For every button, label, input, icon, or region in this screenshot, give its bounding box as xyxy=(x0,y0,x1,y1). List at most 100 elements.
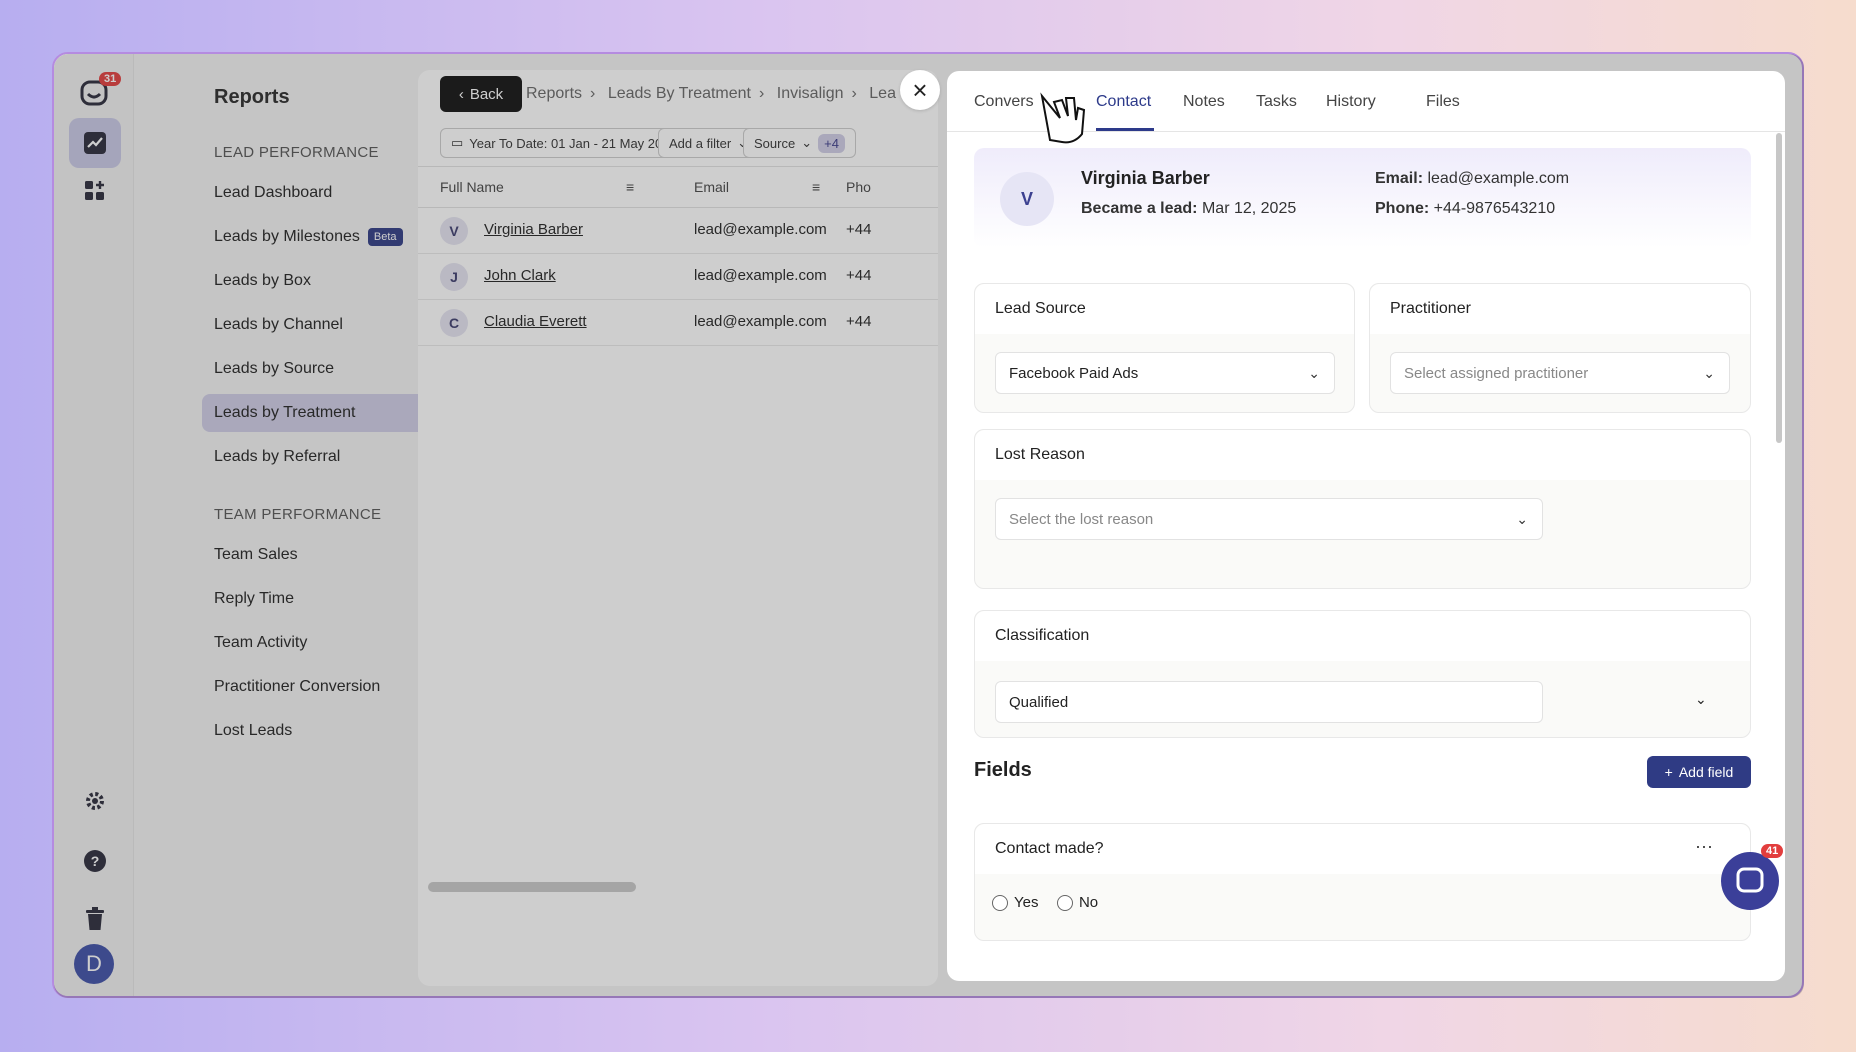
classification-title: Classification xyxy=(995,627,1090,644)
breadcrumb-reports[interactable]: Reports xyxy=(526,85,582,102)
lead-email: lead@example.com xyxy=(694,313,827,330)
icon-rail: 31 ? D xyxy=(54,54,134,996)
grid-plus-icon xyxy=(85,181,104,200)
practitioner-select[interactable]: Select assigned practitioner ⌄ xyxy=(1390,352,1730,394)
sidebar-item-leads-by-treatment[interactable]: Leads by Treatment xyxy=(202,394,452,432)
help-button[interactable]: ? xyxy=(69,836,121,886)
radio-no[interactable]: No xyxy=(1056,894,1098,911)
lead-email: Email: lead@example.com xyxy=(1375,170,1570,187)
reports-nav-button[interactable] xyxy=(69,118,121,168)
breadcrumb-invisalign[interactable]: Invisalign xyxy=(777,85,844,102)
plus-icon: + xyxy=(1664,764,1673,780)
sidebar-item-practitioner-conversion[interactable]: Practitioner Conversion xyxy=(202,668,452,706)
sidebar-item-leads-by-referral[interactable]: Leads by Referral xyxy=(202,438,452,476)
chat-widget-button[interactable]: 41 xyxy=(1721,844,1784,910)
back-button[interactable]: ‹ Back xyxy=(440,76,522,112)
sidebar-item-team-activity[interactable]: Team Activity xyxy=(202,624,452,662)
avatar: V xyxy=(440,217,468,245)
lead-name-link[interactable]: Claudia Everett xyxy=(484,313,587,330)
sidebar-item-leads-by-box[interactable]: Leads by Box xyxy=(202,262,452,300)
contact-made-options: Yes No xyxy=(992,894,1112,916)
lead-name-link[interactable]: Virginia Barber xyxy=(484,221,583,238)
app-logo[interactable]: 31 xyxy=(69,68,122,118)
sidebar-title: Reports xyxy=(214,86,290,108)
add-field-button[interactable]: + Add field xyxy=(1647,756,1751,788)
chevron-down-icon: ⌄ xyxy=(1516,511,1528,527)
lead-source-select[interactable]: Facebook Paid Ads ⌄ xyxy=(995,352,1335,394)
fields-heading: Fields xyxy=(974,759,1032,781)
lead-summary-card: V Virginia Barber Became a lead: Mar 12,… xyxy=(974,148,1751,248)
table-row[interactable]: J John Clark lead@example.com +44 xyxy=(418,254,938,300)
close-panel-button[interactable]: × xyxy=(900,70,940,110)
sidebar-item-leads-by-milestones[interactable]: Leads by Milestones Beta xyxy=(202,218,452,256)
breadcrumb: Reports › Leads By Treatment › Invisalign ›… xyxy=(526,85,896,102)
lead-avatar: V xyxy=(1000,172,1054,226)
beta-badge: Beta xyxy=(367,228,403,246)
close-icon: × xyxy=(912,74,928,105)
source-filter-chip[interactable]: Source ⌄ +4 xyxy=(743,128,856,158)
tab-conversations[interactable]: Convers xyxy=(974,93,1034,111)
svg-text:?: ? xyxy=(91,853,100,869)
sidebar-item-leads-by-source[interactable]: Leads by Source xyxy=(202,350,452,388)
lost-reason-title: Lost Reason xyxy=(995,446,1085,463)
tab-notes[interactable]: Notes xyxy=(1183,93,1225,111)
trash-button[interactable] xyxy=(69,894,121,944)
filter-icon[interactable]: ≡ xyxy=(626,179,634,195)
filter-icon[interactable]: ≡ xyxy=(812,179,820,195)
lost-reason-card: Lost Reason Select the lost reason ⌄ xyxy=(974,429,1751,589)
contact-made-card: Contact made? ··· Yes No xyxy=(974,823,1751,941)
sidebar-item-reply-time[interactable]: Reply Time xyxy=(202,580,452,618)
sidebar-item-leads-by-channel[interactable]: Leads by Channel xyxy=(202,306,452,344)
chevron-down-icon: ⌄ xyxy=(801,135,813,150)
panel-scrollbar[interactable] xyxy=(1776,133,1782,443)
column-phone: Pho xyxy=(846,179,871,195)
reports-sidebar: Reports LEAD PERFORMANCE Lead Dashboard … xyxy=(134,54,452,996)
apps-nav-button[interactable] xyxy=(69,166,121,216)
tab-history[interactable]: History xyxy=(1326,93,1376,111)
more-options-icon[interactable]: ··· xyxy=(1695,836,1713,857)
lead-phone: +44 xyxy=(846,221,872,238)
lost-reason-select[interactable]: Select the lost reason ⌄ xyxy=(995,498,1543,540)
help-icon: ? xyxy=(84,850,106,872)
sidebar-item-lead-dashboard[interactable]: Lead Dashboard xyxy=(202,174,452,212)
tab-files[interactable]: Files xyxy=(1426,93,1460,111)
tab-tasks[interactable]: Tasks xyxy=(1256,93,1297,111)
lead-phone: Phone: +44-9876543210 xyxy=(1375,200,1556,217)
lead-name-link[interactable]: John Clark xyxy=(484,267,556,284)
settings-button[interactable] xyxy=(69,776,121,826)
classification-select[interactable]: Qualified xyxy=(995,681,1543,723)
lead-email: lead@example.com xyxy=(694,267,827,284)
team-performance-heading: TEAM PERFORMANCE xyxy=(214,506,382,523)
horizontal-scrollbar[interactable] xyxy=(428,882,636,892)
chevron-down-icon[interactable]: ⌄ xyxy=(1695,691,1707,708)
radio-yes[interactable]: Yes xyxy=(992,894,1038,911)
sidebar-item-lost-leads[interactable]: Lost Leads xyxy=(202,712,452,750)
sidebar-item-team-sales[interactable]: Team Sales xyxy=(202,536,452,574)
lead-detail-panel: Convers Contact Notes Tasks History File… xyxy=(947,71,1785,981)
column-email: Email xyxy=(694,179,730,195)
gear-icon xyxy=(86,792,104,810)
lead-email: lead@example.com xyxy=(694,221,827,238)
tab-contact[interactable]: Contact xyxy=(1096,93,1151,111)
breadcrumb-leads-by-treatment[interactable]: Leads By Treatment xyxy=(608,85,751,102)
breadcrumb-lead[interactable]: Lea xyxy=(869,85,896,102)
date-filter-chip[interactable]: ▭ Year To Date: 01 Jan - 21 May 2025 xyxy=(440,128,688,158)
table-row[interactable]: C Claudia Everett lead@example.com +44 xyxy=(418,300,938,346)
contact-made-title: Contact made? xyxy=(995,840,1104,857)
user-avatar[interactable]: D xyxy=(74,944,114,984)
chart-line-icon xyxy=(84,132,106,154)
chat-bubble-icon xyxy=(1736,867,1764,893)
practitioner-title: Practitioner xyxy=(1390,300,1471,317)
calendar-icon: ▭ xyxy=(451,135,464,150)
chevron-down-icon: ⌄ xyxy=(1308,365,1320,381)
table-row[interactable]: V Virginia Barber lead@example.com +44 xyxy=(418,208,938,254)
became-lead-date: Became a lead: Mar 12, 2025 xyxy=(1081,200,1297,217)
lead-source-card: Lead Source Facebook Paid Ads ⌄ xyxy=(974,283,1355,413)
hand-cursor-icon xyxy=(1040,92,1086,144)
trash-icon xyxy=(86,907,104,930)
avatar: J xyxy=(440,263,468,291)
lead-phone: +44 xyxy=(846,267,872,284)
report-content: ‹ Back Reports › Leads By Treatment › Invi… xyxy=(418,70,938,986)
chat-badge: 41 xyxy=(1761,844,1784,858)
chevron-down-icon: ⌄ xyxy=(1703,365,1715,381)
